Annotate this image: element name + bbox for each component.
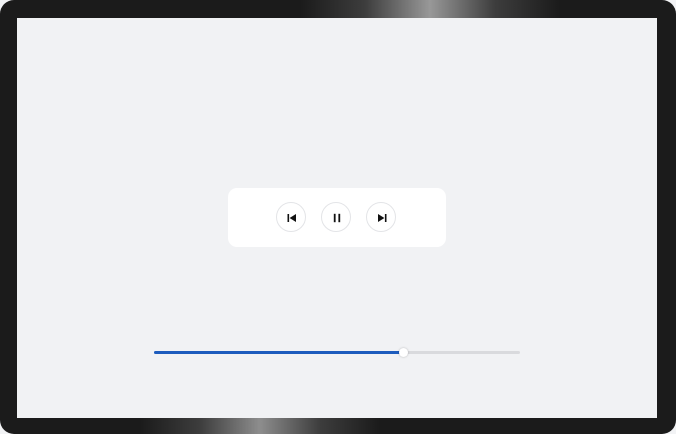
skip-previous-icon — [287, 214, 296, 222]
previous-track-button[interactable] — [276, 202, 306, 232]
next-track-button[interactable] — [366, 202, 396, 232]
progress-bar[interactable] — [154, 348, 520, 357]
progress-bar-thumb[interactable] — [399, 348, 408, 357]
bezel-glare-bottom — [140, 418, 380, 434]
pause-button[interactable] — [321, 202, 351, 232]
player-screen — [17, 18, 657, 418]
progress-bar-fill — [154, 351, 403, 354]
playback-controls-card — [228, 188, 446, 247]
pause-icon — [333, 213, 341, 223]
bezel-glare-top — [300, 0, 560, 18]
device-bezel — [0, 0, 676, 434]
skip-next-icon — [378, 214, 387, 222]
